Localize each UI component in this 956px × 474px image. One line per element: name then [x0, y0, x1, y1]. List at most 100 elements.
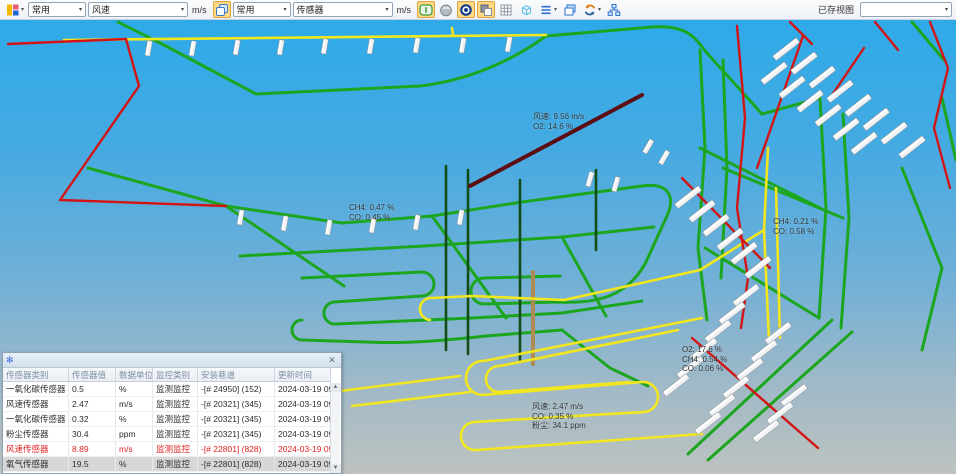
cell-value: 30.4: [69, 427, 116, 442]
table-row[interactable]: 一氧化碳传感器 0.32 % 监测监控 -[# 20321] (345) 202…: [3, 412, 331, 427]
cascade-windows-button[interactable]: [561, 1, 579, 18]
sensor-panel: ✻ ✕ 传感器类别 传感器值 数据单位 监控类别 安装巷道 更新时间 一氧化碳传…: [2, 352, 342, 474]
table-row-alarm[interactable]: 风速传感器 8.89 m/s 监测监控 -[# 22801] (828) 202…: [3, 442, 331, 457]
cell-type: 监测监控: [153, 382, 198, 397]
chevron-down-icon: ▾: [79, 6, 82, 13]
unit-label-1: m/s: [192, 5, 207, 15]
cell-category: 粉尘传感器: [3, 427, 69, 442]
chevron-down-icon: ▾: [945, 6, 948, 13]
panel-asterisk-icon: ✻: [6, 356, 14, 365]
overlay-button[interactable]: [477, 1, 495, 18]
record-button[interactable]: [457, 1, 475, 18]
table-row[interactable]: 风速传感器 2.47 m/s 监测监控 -[# 20321] (345) 202…: [3, 397, 331, 412]
cell-category: 风速传感器: [3, 397, 69, 412]
list-button[interactable]: ▾: [537, 1, 559, 18]
grid-button[interactable]: [497, 1, 515, 18]
col-header-category[interactable]: 传感器类别: [3, 368, 69, 382]
close-icon[interactable]: ✕: [326, 355, 338, 366]
cell-time: 2024-03-19 09:08:25: [275, 412, 331, 427]
cell-category: 一氧化碳传感器: [3, 412, 69, 427]
helmet-button[interactable]: [437, 1, 455, 18]
cell-unit: m/s: [116, 442, 153, 457]
main-toolbar: ▾ 常用 ▾ 风速 ▾ m/s 常用 ▾ 传感器 ▾ m/s: [0, 0, 956, 20]
cell-value: 19.5: [69, 457, 116, 472]
table-scrollbar[interactable]: ▲ ▼: [330, 383, 340, 473]
cube-3d-button[interactable]: [517, 1, 535, 18]
label-metric-value: 传感器: [297, 3, 324, 16]
cell-type: 监测监控: [153, 427, 198, 442]
cell-type: 监测监控: [153, 412, 198, 427]
cell-type: 监测监控: [153, 442, 198, 457]
chevron-down-icon: ▾: [598, 6, 601, 13]
cell-tunnel: -[# 22801] (828): [198, 442, 275, 457]
table-row[interactable]: 一氧化碳传感器 0.5 % 监测监控 -[# 24950] (152) 2024…: [3, 382, 331, 397]
cell-unit: %: [116, 382, 153, 397]
chevron-down-icon: ▾: [21, 6, 24, 13]
cell-unit: %: [116, 412, 153, 427]
saved-view-label: 已存视图: [818, 3, 854, 16]
display-metric-value: 风速: [92, 3, 110, 16]
col-header-value[interactable]: 传感器值: [69, 368, 116, 382]
table-header: 传感器类别 传感器值 数据单位 监控类别 安装巷道 更新时间: [3, 368, 331, 382]
cell-category: 风速传感器: [3, 442, 69, 457]
cube-3d-icon: [519, 3, 533, 17]
scroll-up-icon[interactable]: ▲: [331, 383, 341, 392]
cell-time: 2024-03-19 09:08:25: [275, 427, 331, 442]
tunnel-maroon: [470, 95, 642, 186]
cell-tunnel: -[# 20321] (345): [198, 412, 275, 427]
cell-value: 0.32: [69, 412, 116, 427]
topology-icon: [607, 3, 621, 17]
cell-type: 监测监控: [153, 457, 198, 472]
power-toggle-button[interactable]: [417, 1, 435, 18]
col-header-type[interactable]: 监控类别: [153, 368, 198, 382]
chevron-down-icon: ▾: [284, 6, 287, 13]
topology-button[interactable]: [605, 1, 623, 18]
col-header-time[interactable]: 更新时间: [275, 368, 331, 382]
toggle-icon: [419, 3, 433, 17]
cell-tunnel: -[# 20321] (345): [198, 427, 275, 442]
overlay-icon: [479, 3, 493, 17]
refresh-icon: [583, 3, 597, 17]
cell-value: 2.47: [69, 397, 116, 412]
cell-tunnel: -[# 20321] (345): [198, 397, 275, 412]
palette-icon: [6, 3, 20, 17]
refresh-button[interactable]: ▾: [581, 1, 603, 18]
cell-time: 2024-03-19 09:08:25: [275, 442, 331, 457]
label-category-value: 常用: [237, 3, 255, 16]
helmet-icon: [439, 3, 453, 17]
cell-time: 2024-03-19 09:08:25: [275, 382, 331, 397]
col-header-unit[interactable]: 数据单位: [116, 368, 153, 382]
chevron-down-icon: ▾: [181, 6, 184, 13]
col-header-tunnel[interactable]: 安装巷道: [198, 368, 275, 382]
chevron-down-icon: ▾: [554, 6, 557, 13]
label-category-select[interactable]: 常用 ▾: [233, 2, 291, 17]
palette-button[interactable]: ▾: [4, 1, 26, 18]
cell-time: 2024-03-19 09:08:25: [275, 397, 331, 412]
cell-category: 一氧化碳传感器: [3, 382, 69, 397]
cell-tunnel: -[# 24950] (152): [198, 382, 275, 397]
cell-value: 0.5: [69, 382, 116, 397]
copy-icon: [215, 3, 229, 17]
cascade-windows-icon: [563, 3, 577, 17]
record-icon: [459, 3, 473, 17]
clone-view-button[interactable]: [213, 1, 231, 18]
cell-unit: %: [116, 457, 153, 472]
saved-view-select[interactable]: ▾: [860, 2, 952, 17]
display-category-select[interactable]: 常用 ▾: [28, 2, 86, 17]
table-row-selected[interactable]: 氧气传感器 19.5 % 监测监控 -[# 22801] (828) 2024-…: [3, 457, 331, 472]
unit-label-2: m/s: [397, 5, 412, 15]
viewport-3d[interactable]: 风速: 9.56 m/s O2: 14.6 % CH4: 0.47 % CO: …: [0, 20, 956, 474]
scroll-down-icon[interactable]: ▼: [331, 464, 341, 473]
cell-category: 氧气传感器: [3, 457, 69, 472]
display-category-value: 常用: [32, 3, 50, 16]
cell-unit: ppm: [116, 427, 153, 442]
cell-tunnel: -[# 22801] (828): [198, 457, 275, 472]
cell-time: 2024-03-19 09:08:25: [275, 457, 331, 472]
label-metric-select[interactable]: 传感器 ▾: [293, 2, 393, 17]
display-metric-select[interactable]: 风速 ▾: [88, 2, 188, 17]
chevron-down-icon: ▾: [386, 6, 389, 13]
cell-value: 8.89: [69, 442, 116, 457]
list-icon: [539, 3, 553, 17]
table-row[interactable]: 粉尘传感器 30.4 ppm 监测监控 -[# 20321] (345) 202…: [3, 427, 331, 442]
app-window: ▾ 常用 ▾ 风速 ▾ m/s 常用 ▾ 传感器 ▾ m/s: [0, 0, 956, 474]
